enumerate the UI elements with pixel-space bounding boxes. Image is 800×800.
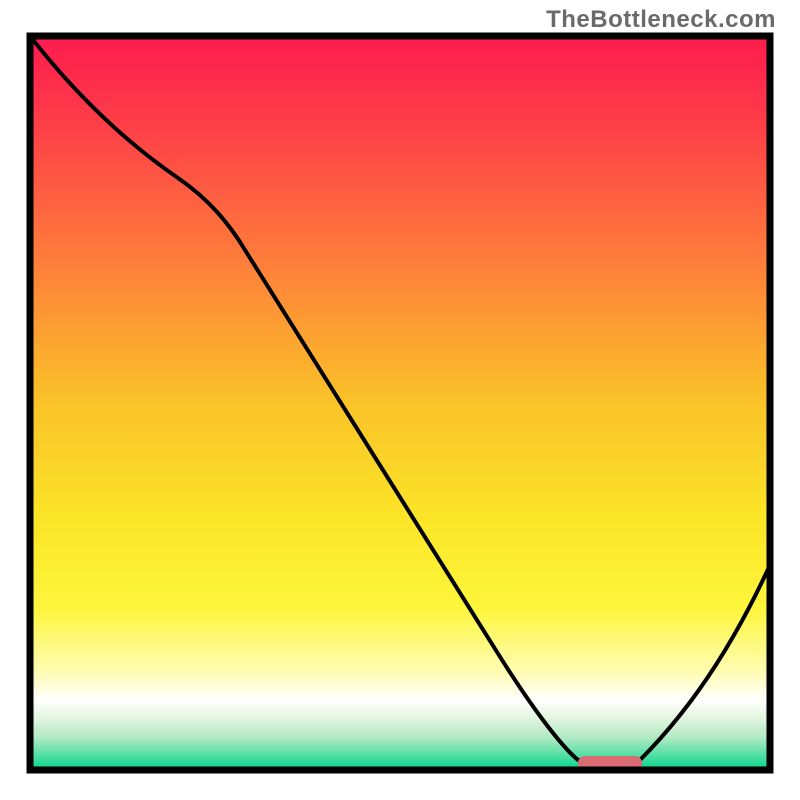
gradient-background [30,36,770,770]
watermark-text: TheBottleneck.com [546,6,776,34]
bottleneck-chart [0,0,800,800]
